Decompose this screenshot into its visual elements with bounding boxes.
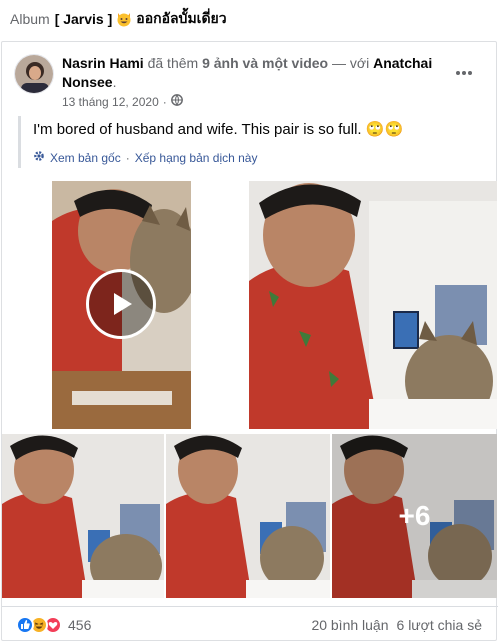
more-dots-icon: [455, 63, 473, 81]
photo-1[interactable]: [249, 181, 497, 429]
globe-icon: [170, 94, 183, 109]
shares-count-link[interactable]: 6 lượt chia sẻ: [397, 617, 482, 633]
translation-row: Xem bản gốc · Xếp hạng bản dịch này: [33, 150, 468, 165]
post-meta: 13 tháng 12, 2020 ·: [62, 94, 183, 109]
photo-3[interactable]: [166, 434, 330, 598]
reaction-summary[interactable]: 456: [16, 615, 92, 634]
more-options-button[interactable]: [450, 62, 478, 82]
media-summary-link[interactable]: 9 ảnh và một video: [202, 55, 328, 71]
action-text: đã thêm: [147, 55, 199, 71]
play-icon[interactable]: [86, 269, 156, 339]
translation-separator: ·: [125, 150, 130, 165]
author-name-link[interactable]: Nasrin Hami: [62, 55, 144, 71]
reaction-count: 456: [68, 616, 92, 633]
album-name-link[interactable]: [ Jarvis ]: [55, 11, 113, 27]
photo-4-more[interactable]: +6: [332, 434, 497, 598]
post-card: Nasrin Hami đã thêm 9 ảnh và một video —…: [1, 41, 498, 641]
gear-icon: [33, 150, 45, 165]
avatar[interactable]: [14, 54, 54, 94]
comments-count-link[interactable]: 20 bình luận: [311, 617, 388, 633]
engagement-counts: 20 bình luận 6 lượt chia sẻ: [311, 617, 482, 633]
see-original-link[interactable]: Xem bản gốc: [50, 151, 121, 165]
album-header: Album [ Jarvis ] ออกอัลบั้มเดี่ยว: [0, 0, 498, 38]
post-header: Nasrin Hami đã thêm 9 ảnh và một video —…: [62, 54, 442, 92]
photo-2[interactable]: [2, 434, 164, 598]
post-body: I'm bored of husband and wife. This pair…: [18, 116, 468, 168]
album-title-link[interactable]: ออกอัลบั้มเดี่ยว: [136, 8, 226, 30]
with-text: — với: [332, 55, 370, 71]
more-photos-overlay[interactable]: +6: [332, 434, 497, 598]
date-separator: ·: [162, 94, 167, 109]
post-footer: 456 20 bình luận 6 lượt chia sẻ: [2, 606, 498, 641]
like-reaction-icon: [16, 615, 34, 634]
video-thumbnail[interactable]: [52, 181, 191, 429]
album-prefix: Album: [10, 11, 50, 27]
tagged-suffix: .: [112, 74, 117, 90]
grinning-cat-emoji-icon: [116, 11, 132, 27]
rate-translation-link[interactable]: Xếp hạng bản dịch này: [135, 151, 258, 165]
post-text: I'm bored of husband and wife. This pair…: [33, 121, 404, 138]
post-date-link[interactable]: 13 tháng 12, 2020: [62, 95, 159, 109]
